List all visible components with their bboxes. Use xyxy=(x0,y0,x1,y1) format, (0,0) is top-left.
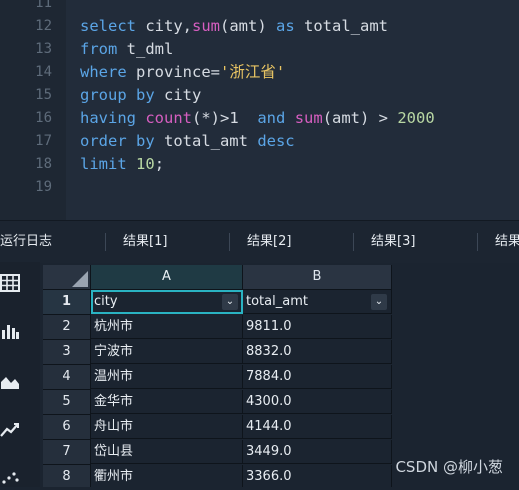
code-token: count xyxy=(145,109,193,127)
code-token: total_amt xyxy=(294,17,388,35)
code-token: '浙江省' xyxy=(220,63,286,81)
field-header-total-amt[interactable]: total_amt ⌄ xyxy=(243,290,392,314)
filter-dropdown-icon[interactable]: ⌄ xyxy=(371,294,387,310)
select-all-corner[interactable] xyxy=(43,265,91,290)
code-token: limit xyxy=(80,155,127,173)
code-token: group by xyxy=(80,86,155,104)
cell-total-amt[interactable]: 9811.0 xyxy=(243,315,392,339)
code-line: where province='浙江省' xyxy=(80,61,285,84)
code-token: t_dml xyxy=(117,40,174,58)
view-toolbar xyxy=(0,262,40,487)
code-token: (*)>1 xyxy=(192,109,258,127)
code-line: limit 10; xyxy=(80,153,164,176)
tab-result-3[interactable]: 结果[3] xyxy=(371,221,415,263)
line-number: 16 xyxy=(35,110,52,126)
code-line: group by city xyxy=(80,84,201,107)
tab-separator xyxy=(353,233,354,251)
tab-result-2[interactable]: 结果[2] xyxy=(247,221,291,263)
tab-result-1[interactable]: 结果[1] xyxy=(123,221,167,263)
column-header-b[interactable]: B xyxy=(243,265,392,290)
field-header-city[interactable]: city ⌄ xyxy=(91,290,243,314)
code-token: city xyxy=(154,86,202,104)
cell-total-amt[interactable]: 4144.0 xyxy=(243,415,392,439)
table-icon[interactable] xyxy=(0,274,24,294)
code-token: as xyxy=(276,17,295,35)
code-token: (amt) xyxy=(220,17,276,35)
code-token: sum xyxy=(192,17,220,35)
code-line: having count(*)>1 and sum(amt) > 2000 xyxy=(80,107,435,130)
code-token: order by xyxy=(80,132,155,150)
code-token: desc xyxy=(257,132,295,150)
result-grid: A B 1 city ⌄ total_amt ⌄ 2 杭州市 9811.0 3 宁波市 8832.0… xyxy=(43,265,519,487)
area-chart-icon[interactable] xyxy=(0,372,24,392)
code-line: select city,sum(amt) as total_amt xyxy=(80,15,388,38)
result-tabs: 运行日志 结果[1] 结果[2] 结果[3] 结果 xyxy=(0,220,519,263)
code-token: having xyxy=(80,109,136,127)
cell-city[interactable]: 宁波市 xyxy=(91,340,243,364)
field-header-label: city xyxy=(94,294,118,309)
code-token: ; xyxy=(154,155,165,173)
line-number: 13 xyxy=(35,41,52,57)
code-token: and xyxy=(257,109,286,127)
code-token: select xyxy=(80,17,136,35)
cell-city[interactable]: 舟山市 xyxy=(91,415,243,439)
row-header[interactable]: 5 xyxy=(43,390,91,415)
code-token: province= xyxy=(126,63,220,81)
row-header[interactable]: 1 xyxy=(43,290,91,315)
line-number: 17 xyxy=(35,133,52,149)
row-header[interactable]: 8 xyxy=(43,465,91,487)
line-chart-icon[interactable] xyxy=(0,420,24,440)
cell-total-amt[interactable]: 3449.0 xyxy=(243,440,392,464)
code-line: from t_dml xyxy=(80,38,173,61)
line-number-gutter: 11 12 13 14 15 16 17 18 19 xyxy=(0,0,66,220)
line-number: 14 xyxy=(35,64,52,80)
line-number: 11 xyxy=(35,0,52,11)
code-token: from xyxy=(80,40,118,58)
row-header[interactable]: 6 xyxy=(43,415,91,440)
cell-city[interactable]: 衢州市 xyxy=(91,465,243,487)
code-token: 10 xyxy=(136,155,155,173)
row-header[interactable]: 7 xyxy=(43,440,91,465)
watermark: CSDN @柳小葱 xyxy=(395,458,503,476)
cell-total-amt[interactable]: 3366.0 xyxy=(243,465,392,487)
line-number: 15 xyxy=(35,87,52,103)
code-line: order by total_amt desc xyxy=(80,130,295,153)
code-token: total_amt xyxy=(154,132,258,150)
row-header[interactable]: 3 xyxy=(43,340,91,365)
code-token: sum xyxy=(294,109,323,127)
cell-city[interactable]: 岱山县 xyxy=(91,440,243,464)
cell-city[interactable]: 杭州市 xyxy=(91,315,243,339)
code-token: where xyxy=(80,63,127,81)
cell-city[interactable]: 温州市 xyxy=(91,365,243,389)
cell-total-amt[interactable]: 8832.0 xyxy=(243,340,392,364)
tab-result-4[interactable]: 结果 xyxy=(495,221,519,263)
field-header-label: total_amt xyxy=(246,294,308,309)
scatter-chart-icon[interactable] xyxy=(0,468,24,488)
cell-city[interactable]: 金华市 xyxy=(91,390,243,414)
code-token: 2000 xyxy=(397,109,435,127)
code-token: city, xyxy=(136,17,192,35)
cell-total-amt[interactable]: 7884.0 xyxy=(243,365,392,389)
tab-separator xyxy=(105,233,106,251)
filter-dropdown-icon[interactable]: ⌄ xyxy=(222,294,238,310)
bar-chart-icon[interactable] xyxy=(0,322,24,342)
sql-editor[interactable]: 11 12 13 14 15 16 17 18 19 select city,sum(amt) … xyxy=(0,0,519,220)
line-number: 19 xyxy=(35,179,52,195)
code-token: (amt) > xyxy=(322,109,398,127)
tab-separator xyxy=(229,233,230,251)
column-header-a[interactable]: A xyxy=(91,265,243,290)
line-number: 12 xyxy=(35,18,52,34)
row-header[interactable]: 4 xyxy=(43,365,91,390)
line-number: 18 xyxy=(35,156,52,172)
row-header[interactable]: 2 xyxy=(43,315,91,340)
tab-separator xyxy=(477,233,478,251)
tab-run-log[interactable]: 运行日志 xyxy=(0,221,52,263)
cell-total-amt[interactable]: 4300.0 xyxy=(243,390,392,414)
